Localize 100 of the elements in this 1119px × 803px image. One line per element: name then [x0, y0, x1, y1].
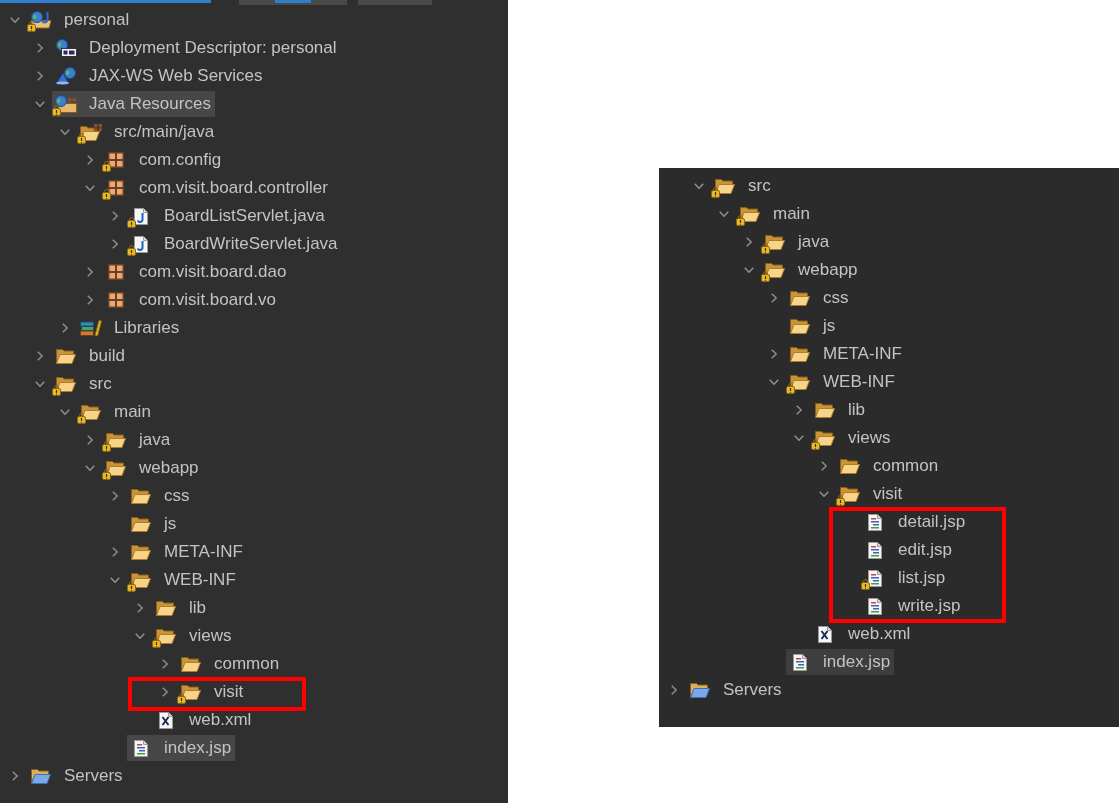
chevron-right-icon[interactable]	[112, 239, 118, 249]
chevron-down-icon[interactable]	[35, 101, 45, 107]
chevron-down-icon[interactable]	[10, 17, 20, 23]
chevron-right-icon[interactable]	[37, 71, 43, 81]
tree-item[interactable]: WEB-INF	[127, 567, 240, 593]
tree-item[interactable]: src	[52, 371, 116, 397]
folder-icon	[789, 318, 810, 334]
web-file-icon	[867, 597, 882, 615]
chevron-down-icon[interactable]	[819, 491, 829, 497]
folder-icon	[814, 402, 835, 418]
tree-item[interactable]: build	[52, 343, 129, 369]
chevron-down-icon[interactable]	[794, 435, 804, 441]
tree-item[interactable]: com.visit.board.dao	[102, 259, 291, 285]
folder-icon	[130, 516, 151, 532]
folder-icon	[789, 290, 810, 306]
tree-item[interactable]: detail.jsp	[861, 509, 970, 535]
chevron-right-icon[interactable]	[12, 771, 18, 781]
tree-item[interactable]: views	[152, 623, 236, 649]
chevron-right-icon[interactable]	[746, 237, 752, 247]
tree-item[interactable]: js	[786, 313, 840, 339]
tree-item[interactable]: list.jsp	[861, 565, 950, 591]
chevron-right-icon[interactable]	[62, 323, 68, 333]
chevron-down-icon[interactable]	[719, 211, 729, 217]
tree-item[interactable]: Servers	[27, 763, 127, 789]
chevron-right-icon[interactable]	[771, 349, 777, 359]
chevron-right-icon[interactable]	[112, 211, 118, 221]
tree-item[interactable]: BoardWriteServlet.java	[127, 231, 342, 257]
folder-icon	[130, 544, 151, 560]
chevron-right-icon[interactable]	[771, 293, 777, 303]
folder-icon	[839, 486, 860, 502]
chevron-down-icon[interactable]	[85, 185, 95, 191]
tree-item[interactable]: BoardListServlet.java	[127, 203, 329, 229]
chevron-down-icon[interactable]	[60, 129, 70, 135]
tree-item[interactable]: css	[786, 285, 853, 311]
chevron-right-icon[interactable]	[821, 461, 827, 471]
tree-item[interactable]: main	[77, 399, 155, 425]
chevron-down-icon[interactable]	[35, 381, 45, 387]
tree-item[interactable]: com.config	[102, 147, 226, 173]
chevron-down-icon[interactable]	[694, 183, 704, 189]
tree-item[interactable]: personal	[27, 7, 134, 33]
tree-item[interactable]: common	[177, 651, 284, 677]
chevron-right-icon[interactable]	[87, 267, 93, 277]
chevron-down-icon[interactable]	[85, 465, 95, 471]
tree-item[interactable]: webapp	[761, 257, 862, 283]
tree-item[interactable]: webapp	[102, 455, 203, 481]
tree-item[interactable]: visit	[836, 481, 907, 507]
chevron-right-icon[interactable]	[112, 547, 118, 557]
folder-icon	[80, 404, 101, 420]
tree-item[interactable]: edit.jsp	[861, 537, 956, 563]
chevron-right-icon[interactable]	[87, 435, 93, 445]
tree-item[interactable]: js	[127, 511, 181, 537]
tree-item[interactable]: write.jsp	[861, 593, 965, 619]
tree-item[interactable]: src/main/java	[77, 119, 219, 145]
chevron-right-icon[interactable]	[671, 685, 677, 695]
tree-item[interactable]: com.visit.board.controller	[102, 175, 332, 201]
chevron-right-icon[interactable]	[37, 351, 43, 361]
tree-item[interactable]: java	[102, 427, 175, 453]
chevron-down-icon[interactable]	[744, 267, 754, 273]
folder-icon	[739, 206, 760, 222]
tree-item[interactable]: Deployment Descriptor: personal	[52, 35, 341, 61]
tree-item[interactable]: java	[761, 229, 834, 255]
tree-item[interactable]: visit	[177, 679, 248, 705]
chevron-right-icon[interactable]	[87, 155, 93, 165]
chevron-right-icon[interactable]	[137, 603, 143, 613]
tree-item[interactable]: META-INF	[127, 539, 247, 565]
package-icon	[107, 264, 124, 280]
chevron-down-icon[interactable]	[769, 379, 779, 385]
chevron-right-icon[interactable]	[162, 659, 168, 669]
chevron-right-icon[interactable]	[796, 405, 802, 415]
tree-item[interactable]: views	[811, 425, 895, 451]
tree-item[interactable]: web.xml	[811, 621, 915, 647]
web-file-icon	[867, 569, 882, 587]
web-file-icon	[867, 541, 882, 559]
chevron-down-icon[interactable]	[135, 633, 145, 639]
folder-icon	[714, 178, 735, 194]
chevron-right-icon[interactable]	[87, 295, 93, 305]
tree-item[interactable]: com.visit.board.vo	[102, 287, 280, 313]
tree-item[interactable]: web.xml	[152, 707, 256, 733]
tree-item[interactable]: src	[711, 173, 775, 199]
tree-item[interactable]: Servers	[686, 677, 786, 703]
tree-item[interactable]: main	[736, 201, 814, 227]
chevron-right-icon[interactable]	[37, 43, 43, 53]
tree-item[interactable]: index.jsp	[127, 735, 236, 761]
package-icon	[107, 152, 124, 168]
tree-item[interactable]: lib	[152, 595, 210, 621]
tree-item[interactable]: Libraries	[77, 315, 184, 341]
chevron-down-icon[interactable]	[110, 577, 120, 583]
x-file-icon	[817, 625, 832, 643]
chevron-down-icon[interactable]	[60, 409, 70, 415]
chevron-right-icon[interactable]	[112, 491, 118, 501]
tree-item[interactable]: index.jsp	[786, 649, 895, 675]
tree-item[interactable]: JAX-WS Web Services	[52, 63, 267, 89]
chevron-right-icon[interactable]	[162, 687, 168, 697]
tree-item[interactable]: META-INF	[786, 341, 906, 367]
tree-item[interactable]: lib	[811, 397, 869, 423]
tree-item[interactable]: css	[127, 483, 194, 509]
tree-item[interactable]: common	[836, 453, 943, 479]
server-folder-icon	[30, 768, 51, 784]
tree-item[interactable]: WEB-INF	[786, 369, 899, 395]
tree-item[interactable]: Java Resources	[52, 91, 215, 117]
